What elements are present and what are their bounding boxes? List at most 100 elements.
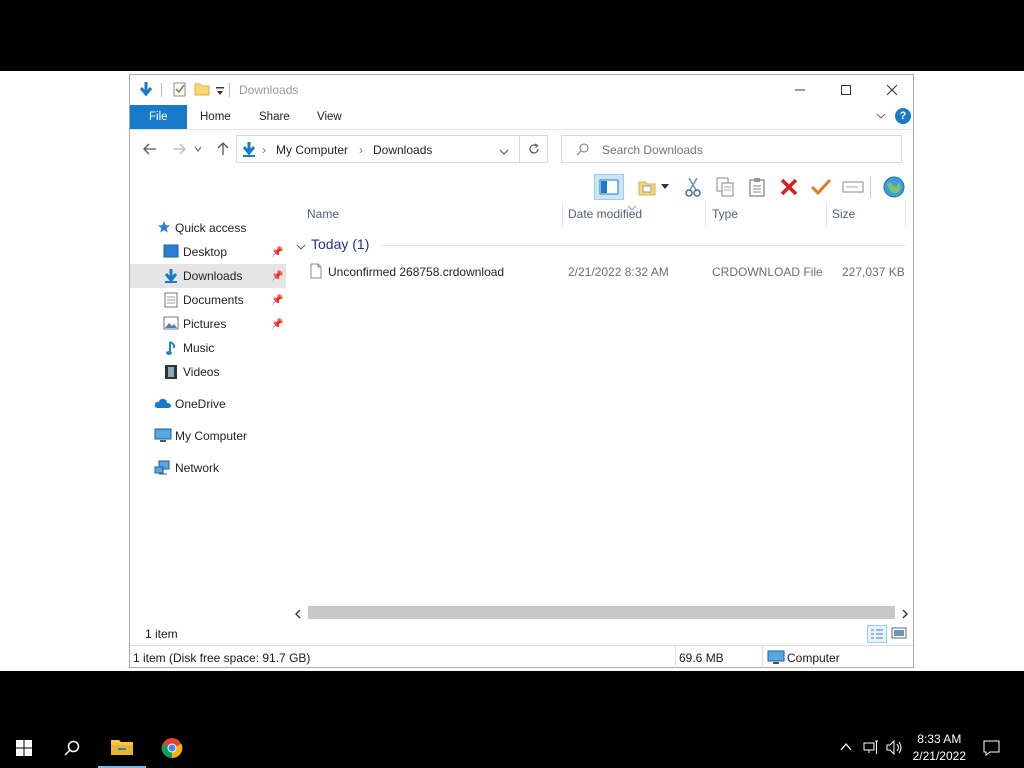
sidebar-item-onedrive[interactable]: OneDrive	[130, 392, 286, 416]
sidebar-item-quick-access[interactable]: Quick access	[130, 216, 286, 240]
sidebar-item-videos[interactable]: Videos	[130, 360, 286, 384]
tab-view[interactable]: View	[303, 105, 356, 129]
pin-icon[interactable]: 📌	[271, 271, 283, 282]
sidebar-item-downloads[interactable]: Downloads 📌	[130, 264, 286, 288]
horizontal-scrollbar[interactable]	[290, 604, 913, 621]
sidebar-item-network[interactable]: Network	[130, 456, 286, 480]
volume-icon[interactable]	[886, 739, 904, 758]
new-item-button[interactable]	[634, 174, 660, 200]
pin-icon[interactable]: 📌	[271, 319, 283, 330]
breadcrumb-my-computer[interactable]: My Computer	[276, 143, 348, 157]
window-title: Downloads	[239, 83, 299, 97]
forward-arrow-icon	[173, 143, 186, 155]
sidebar-item-documents[interactable]: Documents 📌	[130, 288, 286, 312]
new-folder-icon[interactable]	[194, 81, 210, 99]
large-icons-view-button[interactable]	[890, 625, 910, 643]
action-center-icon[interactable]	[983, 740, 1000, 759]
breadcrumb-separator-icon[interactable]: ›	[262, 143, 266, 157]
details-status-bar: 1 item (Disk free space: 91.7 GB) 69.6 M…	[130, 645, 913, 668]
tab-file[interactable]: File	[130, 105, 187, 129]
copy-button[interactable]	[712, 174, 738, 200]
download-arrow-icon	[241, 141, 257, 161]
expand-ribbon-icon[interactable]	[875, 110, 887, 125]
start-button[interactable]	[0, 728, 48, 768]
up-button[interactable]	[213, 141, 233, 157]
sidebar-item-pictures[interactable]: Pictures 📌	[130, 312, 286, 336]
sidebar-item-label: Documents	[183, 293, 244, 307]
file-size: 227,037 KB	[842, 265, 905, 279]
column-separator[interactable]	[562, 202, 563, 228]
delete-button[interactable]	[776, 174, 802, 200]
separator	[675, 646, 676, 668]
navigation-pane: Quick access Desktop 📌 Downloads 📌 Docum…	[130, 202, 290, 602]
pin-icon[interactable]: 📌	[271, 247, 283, 258]
system-clock[interactable]: 8:33 AM 2/21/2022	[913, 731, 966, 765]
large-icons-view-icon	[891, 627, 907, 639]
refresh-button[interactable]	[519, 135, 548, 163]
scroll-right-icon[interactable]	[901, 608, 909, 622]
file-type: CRDOWNLOAD File	[712, 265, 823, 279]
help-icon[interactable]: ?	[895, 108, 911, 124]
maximize-button[interactable]	[823, 75, 869, 105]
title-bar: Downloads	[130, 75, 913, 105]
cut-button[interactable]	[680, 174, 706, 200]
column-header-size[interactable]: Size	[832, 207, 855, 221]
network-status-icon[interactable]	[863, 740, 879, 758]
cloud-icon	[154, 397, 171, 413]
details-view-button[interactable]	[867, 625, 887, 643]
rename-button[interactable]	[840, 174, 866, 200]
search-icon	[64, 740, 80, 756]
preview-pane-button[interactable]	[594, 174, 624, 200]
desktop-folder-icon	[163, 244, 179, 260]
properties-icon[interactable]	[173, 81, 187, 99]
sidebar-item-label: My Computer	[175, 429, 248, 443]
column-header-date[interactable]: Date modified	[568, 207, 642, 221]
folder-icon	[111, 740, 133, 755]
customize-qa-icon[interactable]	[215, 85, 225, 103]
address-dropdown-icon[interactable]	[499, 145, 509, 159]
tab-home[interactable]: Home	[186, 105, 245, 129]
group-collapse-icon[interactable]	[296, 240, 306, 254]
recent-locations-button[interactable]	[192, 141, 204, 157]
checkmark-button[interactable]	[808, 174, 834, 200]
column-separator[interactable]	[705, 202, 706, 228]
network-globe-button[interactable]	[881, 174, 907, 200]
close-button[interactable]	[869, 75, 915, 105]
file-name: Unconfirmed 268758.crdownload	[328, 265, 505, 279]
close-icon	[887, 85, 897, 95]
sidebar-item-music[interactable]: Music	[130, 336, 286, 360]
address-bar[interactable]: › My Computer › Downloads	[236, 135, 548, 163]
breadcrumb-separator-icon[interactable]: ›	[359, 143, 363, 157]
column-separator[interactable]	[905, 202, 906, 228]
taskbar-chrome[interactable]	[148, 728, 196, 768]
pin-icon[interactable]: 📌	[271, 295, 283, 306]
column-header-type[interactable]: Type	[712, 207, 738, 221]
breadcrumb-downloads[interactable]: Downloads	[373, 143, 432, 157]
computer-icon	[154, 428, 172, 444]
minimize-button[interactable]	[777, 75, 823, 105]
back-button[interactable]	[140, 141, 160, 157]
sidebar-item-desktop[interactable]: Desktop 📌	[130, 240, 286, 264]
copy-icon	[716, 177, 734, 197]
group-header-today[interactable]: Today (1)	[311, 236, 369, 252]
show-hidden-icons-icon[interactable]	[840, 741, 852, 755]
scrollbar-thumb[interactable]	[308, 606, 895, 619]
status-bar: 1 item	[130, 623, 913, 645]
sidebar-item-my-computer[interactable]: My Computer	[130, 424, 286, 448]
column-header-name[interactable]: Name	[307, 207, 339, 221]
chevron-down-icon	[661, 184, 669, 189]
scroll-left-icon[interactable]	[294, 608, 302, 622]
column-separator[interactable]	[826, 202, 827, 228]
table-row[interactable]: Unconfirmed 268758.crdownload 2/21/2022 …	[294, 262, 909, 282]
music-note-icon	[165, 340, 181, 356]
taskbar-search-button[interactable]	[48, 728, 96, 768]
up-arrow-icon	[217, 142, 229, 155]
new-item-dropdown[interactable]	[658, 174, 672, 200]
tab-share[interactable]: Share	[245, 105, 304, 129]
taskbar-file-explorer[interactable]	[98, 728, 146, 768]
search-input[interactable]	[600, 141, 894, 159]
search-box[interactable]	[561, 135, 902, 163]
forward-button[interactable]	[169, 141, 189, 157]
paste-button[interactable]	[744, 174, 770, 200]
location-label: Computer	[787, 651, 840, 665]
